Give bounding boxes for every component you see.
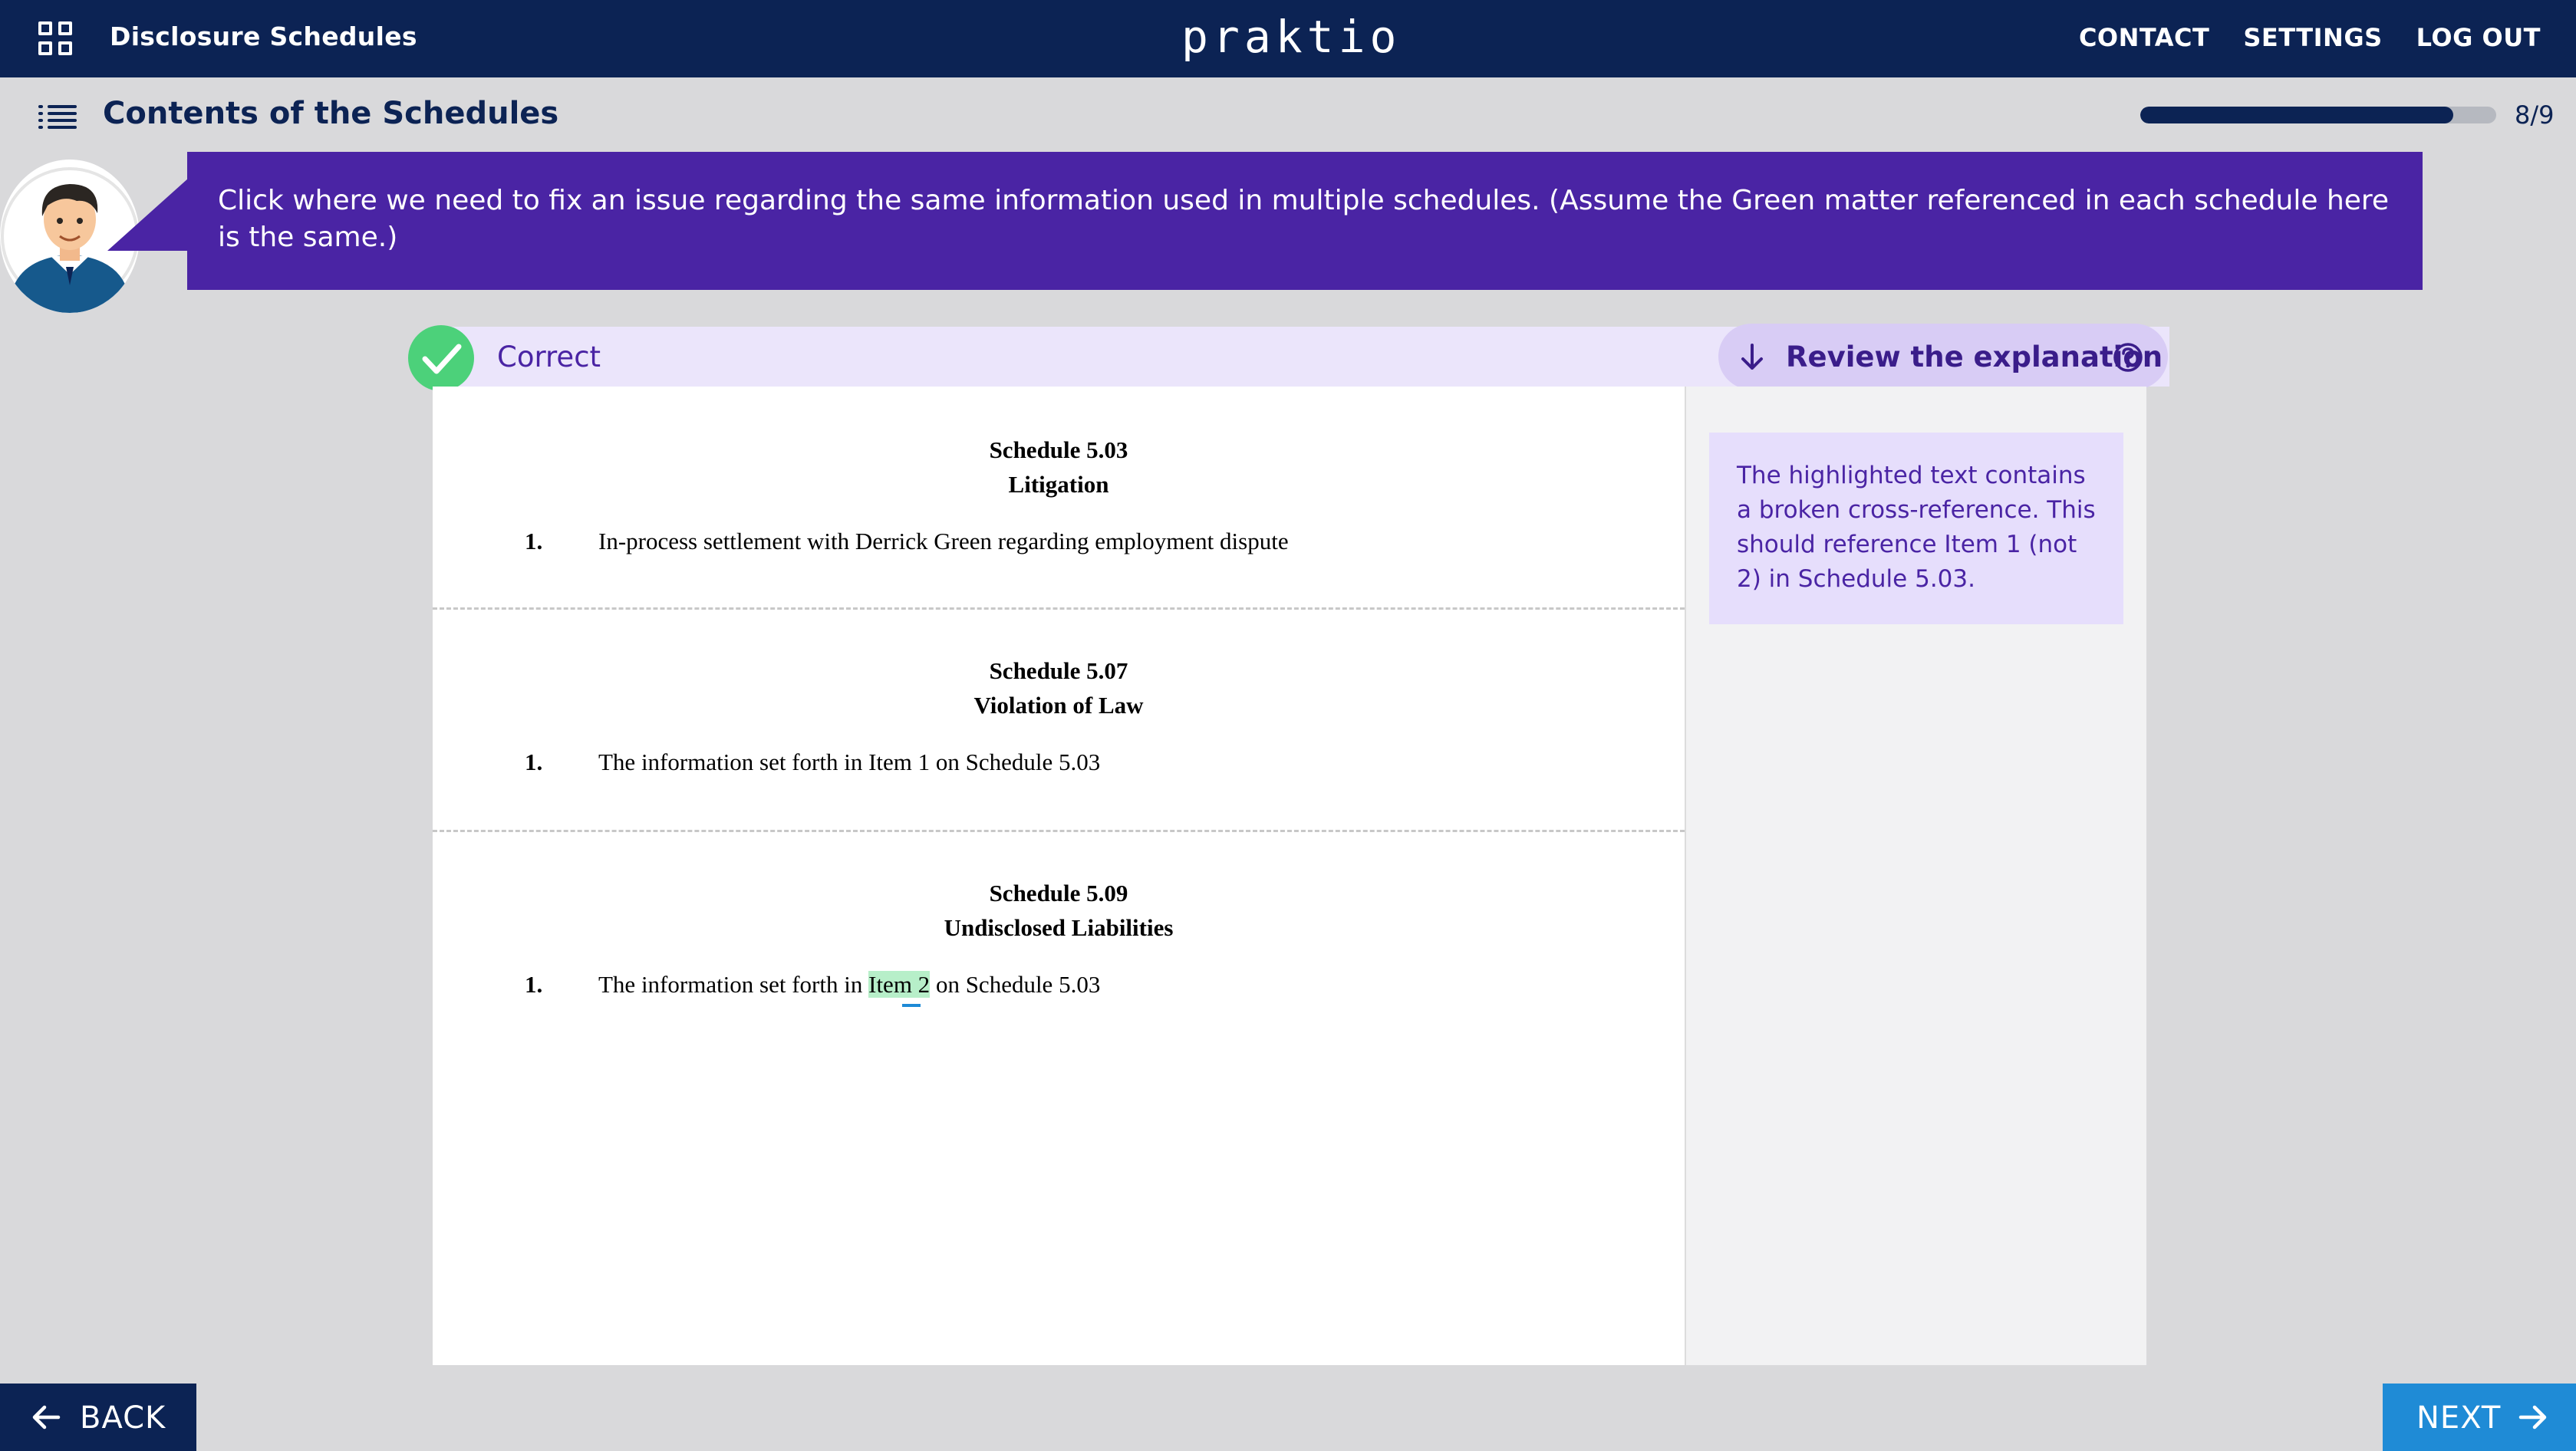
apps-grid-icon[interactable] — [38, 21, 74, 57]
list-menu-icon[interactable] — [38, 105, 77, 129]
schedule-section: Schedule 5.07 Violation of Law 1. The in… — [433, 607, 1685, 830]
speech-tail — [107, 178, 189, 251]
back-label: BACK — [80, 1400, 166, 1436]
explanation-panel: The highlighted text contains a broken c… — [1685, 387, 2146, 1365]
top-bar: Disclosure Schedules praktio CONTACT SET… — [0, 0, 2576, 77]
item-text[interactable]: The information set forth in Item 1 on S… — [598, 749, 1100, 776]
schedule-number: Schedule 5.03 — [989, 436, 1128, 463]
prompt-banner: Click where we need to fix an issue rega… — [187, 152, 2423, 290]
top-nav: CONTACT SETTINGS LOG OUT — [2079, 23, 2541, 52]
schedule-number: Schedule 5.07 — [989, 657, 1128, 684]
progress-text: 8/9 — [2515, 100, 2555, 130]
item-text[interactable]: In-process settlement with Derrick Green… — [598, 528, 1289, 555]
next-button[interactable]: NEXT — [2383, 1384, 2576, 1451]
explanation-box: The highlighted text contains a broken c… — [1709, 433, 2123, 624]
document-panel: Schedule 5.03 Litigation 1. In-process s… — [433, 387, 1685, 1365]
schedule-section: Schedule 5.03 Litigation 1. In-process s… — [433, 387, 1685, 607]
schedule-section: Schedule 5.09 Undisclosed Liabilities 1.… — [433, 830, 1685, 1365]
arrow-down-icon — [1741, 344, 1763, 370]
click-marker — [902, 1004, 921, 1007]
progress-bar — [2140, 107, 2496, 123]
item-number: 1. — [525, 971, 543, 998]
schedule-title: Litigation — [1008, 471, 1109, 498]
item-number: 1. — [525, 749, 543, 775]
praktio-logo: praktio — [1181, 11, 1402, 63]
prompt-text: Click where we need to fix an issue rega… — [218, 185, 2390, 253]
section-title: Contents of the Schedules — [103, 96, 559, 131]
review-label: Review the explanation — [1786, 341, 2163, 373]
arrow-left-icon — [32, 1405, 61, 1430]
result-status: Correct — [497, 341, 601, 373]
sub-header: Contents of the Schedules 8/9 — [0, 77, 2576, 151]
next-label: NEXT — [2416, 1400, 2502, 1436]
schedule-number: Schedule 5.09 — [989, 880, 1128, 906]
nav-contact[interactable]: CONTACT — [2079, 23, 2209, 52]
item-number: 1. — [525, 528, 543, 554]
check-icon — [408, 325, 474, 391]
progress-fill — [2140, 107, 2454, 123]
schedule-title: Violation of Law — [973, 692, 1144, 719]
nav-logout[interactable]: LOG OUT — [2416, 23, 2541, 52]
arrow-right-icon — [2518, 1405, 2547, 1430]
explanation-text: The highlighted text contains a broken c… — [1737, 462, 2096, 593]
app-title: Disclosure Schedules — [110, 21, 417, 51]
schedule-title: Undisclosed Liabilities — [944, 914, 1174, 941]
item-text-after: on Schedule 5.03 — [930, 971, 1101, 998]
highlighted-cross-reference[interactable]: Item 2 — [868, 971, 931, 998]
nav-settings[interactable]: SETTINGS — [2243, 23, 2382, 52]
item-text[interactable]: The information set forth in Item 2 on S… — [598, 971, 1100, 999]
help-circle-icon — [2113, 343, 2143, 372]
review-explanation-button[interactable]: Review the explanation — [1718, 324, 2168, 390]
back-button[interactable]: BACK — [0, 1384, 196, 1451]
item-text-before: The information set forth in — [598, 971, 869, 998]
